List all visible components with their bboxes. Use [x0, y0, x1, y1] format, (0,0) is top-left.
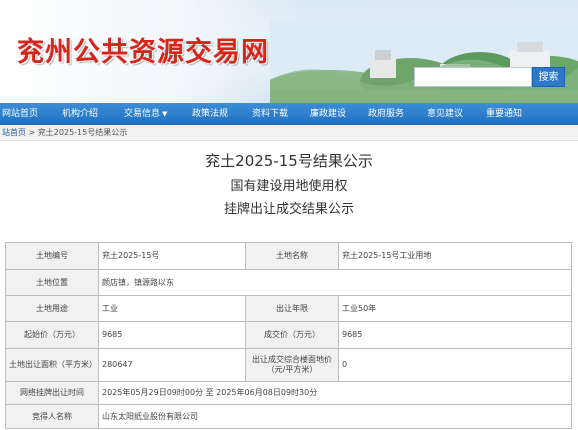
breadcrumb-current: 兖土2025-15号结果公示	[37, 128, 128, 137]
table-row: 起始价（万元） 9685 成交价（万元） 9685	[5, 321, 572, 349]
nav-item-downloads[interactable]: 资料下载	[252, 103, 288, 125]
main-nav: 网站首页 机构介绍 交易信息 ▼ 政策法规 资料下载 廉政建设 政府服务 意见建议…	[0, 103, 578, 125]
nav-label: 意见建议	[427, 109, 464, 119]
label-land-location: 土地位置	[5, 269, 99, 296]
value-deal-price: 9685	[338, 321, 572, 349]
table-row: 土地位置 颜店镇，镇源路以东	[5, 269, 572, 296]
nav-item-integrity[interactable]: 廉政建设	[310, 103, 346, 125]
result-table: 土地编号 兖土2025-15号 土地名称 兖土2025-15号工业用地 土地位置…	[5, 242, 572, 429]
label-land-area: 土地出让面积（平方米）	[5, 348, 99, 382]
nav-label: 政府服务	[368, 109, 405, 119]
table-row: 网络挂牌出让时间 2025年05月29日09时00分 至 2025年06月08日…	[5, 381, 572, 405]
value-land-use: 工业	[98, 295, 246, 322]
nav-item-notices[interactable]: 重要通知	[486, 103, 522, 125]
label-floor-price: 出让成交综合楼面地价（元/平方米）	[245, 348, 339, 382]
value-land-name: 兖土2025-15号工业用地	[338, 242, 572, 270]
value-land-area: 280647	[98, 348, 246, 382]
table-row: 土地出让面积（平方米） 280647 出让成交综合楼面地价（元/平方米） 0	[5, 348, 572, 382]
nav-item-about[interactable]: 机构介绍	[62, 103, 98, 125]
nav-label: 重要通知	[486, 109, 523, 119]
nav-label: 廉政建设	[310, 109, 347, 119]
table-row: 竞得人名称 山东太阳纸业股份有限公司	[5, 404, 572, 429]
nav-label: 政策法规	[192, 109, 229, 119]
page-subtitle-2: 挂牌出让成交结果公示	[223, 202, 354, 217]
nav-item-home[interactable]: 网站首页	[2, 103, 38, 125]
nav-label: 网站首页	[2, 109, 39, 119]
nav-label: 交易信息	[124, 109, 161, 119]
label-winner: 竞得人名称	[5, 404, 99, 429]
search-button[interactable]: 搜索	[532, 67, 565, 87]
chevron-down-icon: ▼	[162, 110, 168, 118]
table-row: 土地编号 兖土2025-15号 土地名称 兖土2025-15号工业用地	[5, 242, 572, 270]
label-land-name: 土地名称	[245, 242, 339, 270]
value-land-number: 兖土2025-15号	[98, 242, 246, 270]
header-banner: 兖州公共资源交易网 搜索	[0, 0, 578, 103]
value-listing-time: 2025年05月29日09时00分 至 2025年06月08日09时30分	[98, 381, 572, 405]
label-starting-price: 起始价（万元）	[5, 321, 99, 349]
nav-item-feedback[interactable]: 意见建议	[427, 103, 463, 125]
page-subtitle-1: 国有建设用地使用权	[230, 179, 348, 194]
banner-scenery-image	[270, 20, 578, 103]
table-row: 土地用途 工业 出让年限 工业50年	[5, 295, 572, 322]
value-land-location: 颜店镇，镇源路以东	[98, 269, 572, 296]
value-starting-price: 9685	[98, 321, 246, 349]
breadcrumb-separator: >	[28, 128, 36, 137]
nav-label: 机构介绍	[62, 109, 99, 119]
site-title: 兖州公共资源交易网	[17, 37, 269, 68]
label-land-number: 土地编号	[5, 242, 99, 270]
label-listing-time: 网络挂牌出让时间	[5, 381, 99, 405]
value-winner: 山东太阳纸业股份有限公司	[98, 404, 572, 429]
page-title: 兖土2025-15号结果公示	[205, 152, 373, 170]
label-land-use: 土地用途	[5, 295, 99, 322]
search-input[interactable]	[414, 67, 532, 87]
label-deal-price: 成交价（万元）	[245, 321, 339, 349]
breadcrumb: 站首页 > 兖土2025-15号结果公示	[0, 125, 578, 141]
value-lease-term: 工业50年	[338, 295, 572, 322]
nav-label: 资料下载	[252, 109, 289, 119]
nav-item-gov-service[interactable]: 政府服务	[368, 103, 404, 125]
value-floor-price: 0	[338, 348, 572, 382]
nav-item-policy[interactable]: 政策法规	[192, 103, 228, 125]
breadcrumb-home-link[interactable]: 站首页	[2, 128, 26, 137]
nav-item-trade-info[interactable]: 交易信息 ▼	[124, 103, 167, 125]
label-lease-term: 出让年限	[245, 295, 339, 322]
